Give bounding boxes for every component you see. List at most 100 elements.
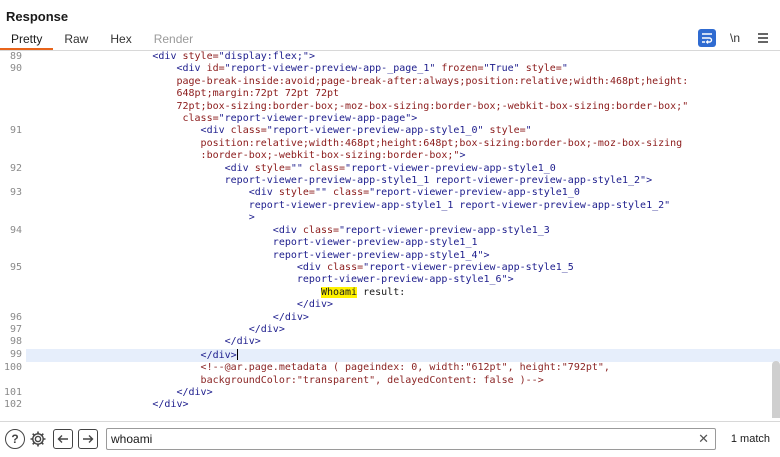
help-icon[interactable]: ?	[5, 429, 25, 449]
code-token: class=	[230, 125, 267, 137]
code-token: class=	[333, 187, 370, 199]
code-text: position:relative;width:468pt;height:648…	[26, 138, 780, 150]
code-token: report-viewer-preview-app-style1_1	[272, 237, 478, 249]
code-token: >	[507, 274, 514, 286]
code-text: report-viewer-preview-app-style1_1	[26, 237, 780, 249]
text-cursor	[236, 348, 238, 360]
code-token: </div>	[224, 336, 261, 348]
line-number	[0, 88, 26, 101]
tab-pretty[interactable]: Pretty	[0, 31, 54, 50]
code-token: backgroundColor:"transparent", delayedCo…	[200, 374, 544, 386]
code-editor[interactable]: 89 <div style="display:flex;"> 90 <div id="…	[0, 50, 780, 418]
code-text: <div class="report-viewer-preview-app-st…	[26, 262, 780, 274]
tab-hex[interactable]: Hex	[99, 31, 142, 50]
code-token: <div	[248, 187, 279, 199]
code-token: <div	[224, 162, 255, 174]
line-number	[0, 274, 26, 287]
code-text: <div style="" class="report-viewer-previ…	[26, 163, 780, 175]
view-tabs: Pretty Raw Hex Render	[0, 31, 204, 50]
code-text: </div>	[26, 348, 780, 363]
tab-render[interactable]: Render	[143, 31, 204, 50]
code-text: <div style="" class="report-viewer-previ…	[26, 187, 780, 199]
tab-raw[interactable]: Raw	[53, 31, 99, 50]
code-token: id=	[206, 63, 225, 75]
code-token: "report-viewer-preview-app-style1_0	[345, 162, 556, 174]
code-token: ""	[290, 162, 309, 174]
line-number	[0, 75, 26, 89]
code-token: <!--@ar.page.metadata ( pageindex: 0, wi…	[200, 362, 610, 374]
code-text: page-break-inside:avoid;page-break-after…	[26, 76, 780, 88]
code-token: >	[308, 51, 315, 62]
code-token: ""	[314, 187, 334, 199]
code-token: class=	[308, 162, 346, 174]
code-line: backgroundColor:"transparent", delayedCo…	[0, 374, 780, 387]
code-text: </div>	[26, 324, 780, 336]
code-line: 101 </div>	[0, 386, 780, 400]
arrow-right-icon[interactable]	[78, 429, 98, 449]
line-number: 96	[0, 311, 26, 324]
code-token: report-viewer-preview-app-style1_6"	[296, 274, 508, 286]
code-line: >	[0, 212, 780, 225]
code-line: 89 <div style="display:flex;">	[0, 51, 780, 64]
line-number	[0, 137, 26, 151]
search-input[interactable]	[111, 431, 691, 447]
line-number: 100	[0, 362, 26, 375]
code-token: >	[646, 175, 653, 187]
code-token: "report-viewer-preview-app-style1_3	[339, 224, 550, 236]
code-token: style=	[489, 125, 526, 137]
line-number: 98	[0, 336, 26, 349]
line-number	[0, 100, 26, 114]
code-token: 72pt;box-sizing:border-box;-moz-box-sizi…	[176, 100, 689, 112]
code-token: "True"	[483, 63, 526, 75]
code-token: >	[248, 212, 255, 224]
code-token: </div>	[248, 323, 285, 335]
code-text: 648pt;margin:72pt 72pt 72pt	[26, 88, 780, 100]
word-wrap-icon[interactable]	[698, 29, 716, 47]
line-number	[0, 150, 26, 163]
match-count: 1 match	[730, 433, 770, 445]
line-number	[0, 299, 26, 312]
code-token: class=	[182, 113, 219, 125]
header-actions: \n	[698, 29, 772, 47]
line-number: 99	[0, 348, 26, 363]
code-text: Whoami result:	[26, 286, 780, 299]
code-text: </div>	[26, 399, 780, 411]
code-line: report-viewer-preview-app-style1_1 repor…	[0, 199, 780, 213]
code-token: <div	[176, 63, 207, 75]
vertical-scrollbar[interactable]	[772, 361, 780, 418]
code-text: </div>	[26, 336, 780, 348]
code-text: report-viewer-preview-app-style1_1 repor…	[26, 200, 780, 212]
code-token: "	[525, 125, 532, 137]
code-line: 102 </div>	[0, 399, 780, 412]
code-token: "display:flex;"	[218, 51, 309, 62]
code-token: report-viewer-preview-app-style1_4"	[272, 249, 484, 261]
code-text: class="report-viewer-preview-app-page">	[26, 113, 780, 125]
line-number	[0, 249, 26, 262]
code-text: <div class="report-viewer-preview-app-st…	[26, 125, 780, 137]
show-newlines-icon[interactable]: \n	[726, 29, 744, 47]
code-token: >	[459, 150, 466, 162]
gear-icon[interactable]	[28, 429, 48, 449]
arrow-left-icon[interactable]	[53, 429, 73, 449]
code-token: position:relative;width:468pt;height:648…	[200, 137, 683, 149]
line-number: 97	[0, 323, 26, 337]
code-line: 97 </div>	[0, 323, 780, 337]
code-token: <div	[272, 224, 303, 236]
code-line: class="report-viewer-preview-app-page">	[0, 113, 780, 126]
search-field: ✕	[106, 428, 716, 450]
code-line: 90 <div id="report-viewer-preview-app-_pa…	[0, 63, 780, 76]
code-text: backgroundColor:"transparent", delayedCo…	[26, 375, 780, 387]
code-token: </div>	[176, 386, 213, 398]
close-icon[interactable]: ✕	[698, 431, 709, 447]
code-token: </div>	[152, 399, 189, 411]
line-number	[0, 113, 26, 126]
code-token: "report-viewer-preview-app-_page_1"	[224, 63, 442, 75]
line-number	[0, 212, 26, 225]
code-line: 72pt;box-sizing:border-box;-moz-box-sizi…	[0, 100, 780, 114]
line-number	[0, 374, 26, 387]
code-lines: 89 <div style="display:flex;"> 90 <div id="…	[0, 51, 780, 412]
code-token: "	[561, 63, 568, 75]
code-line: report-viewer-preview-app-style1_1	[0, 237, 780, 250]
code-line: 98 </div>	[0, 336, 780, 349]
hamburger-menu-icon[interactable]	[754, 29, 772, 47]
